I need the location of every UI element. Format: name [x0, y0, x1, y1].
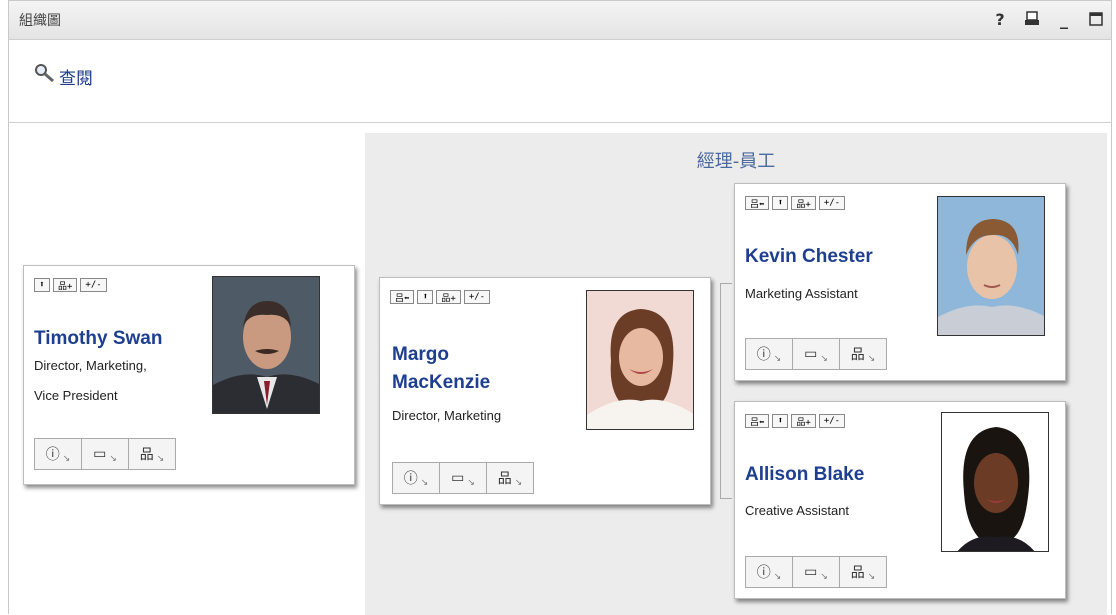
person-name[interactable]: Allison Blake — [745, 462, 864, 488]
org-chart-icon: 品 — [850, 565, 865, 581]
email-icon: ▭ — [804, 346, 818, 362]
card-toolbar: 吕⬅ ⬆ 品+ +/- — [745, 414, 846, 428]
connector-line — [720, 283, 732, 284]
person-title: Creative Assistant — [745, 503, 850, 518]
person-title-line2: Vice President — [34, 388, 118, 403]
email-icon: ▭ — [451, 470, 465, 486]
portlet-title: 組織圖 — [19, 13, 61, 29]
card-toolbar: 吕⬅ ⬆ 品+ +/- — [745, 196, 846, 210]
person-title: Marketing Assistant — [745, 286, 858, 301]
show-org-button[interactable]: 品+ — [791, 414, 816, 428]
person-name-line2[interactable]: MacKenzie — [392, 370, 490, 396]
person-name[interactable]: Margo — [392, 342, 449, 368]
card-toolbar: ⬆ 品+ +/- — [34, 278, 107, 292]
org-chart-icon: 品 — [139, 447, 154, 463]
info-button[interactable]: ⓘ ↘ — [392, 462, 440, 494]
info-icon: ⓘ — [403, 471, 418, 487]
card-actions: ⓘ ↘ ▭ ↘ 品 ↘ — [392, 462, 534, 494]
email-button[interactable]: ▭ ↘ — [439, 462, 487, 494]
email-button[interactable]: ▭ ↘ — [792, 556, 840, 588]
magnifier-icon — [33, 63, 57, 89]
go-up-button[interactable]: ⬆ — [772, 414, 789, 428]
email-button[interactable]: ▭ ↘ — [81, 438, 129, 470]
info-icon: ⓘ — [756, 347, 771, 363]
info-button[interactable]: ⓘ ↘ — [745, 338, 793, 370]
info-button[interactable]: ⓘ ↘ — [745, 556, 793, 588]
org-chart-portlet: 組織圖 ? _ 查閱 ⬆ 品+ +/- Timothy Swan Directo… — [8, 0, 1112, 615]
org-chart-icon: 品 — [497, 471, 512, 487]
connector-line — [720, 498, 732, 499]
print-icon[interactable] — [1023, 9, 1041, 29]
back-button[interactable]: 吕⬅ — [745, 196, 770, 210]
person-name[interactable]: Kevin Chester — [745, 244, 873, 270]
connector-line — [720, 283, 721, 499]
person-card-margo: 吕⬅ ⬆ 品+ +/- Margo MacKenzie Director, Ma… — [379, 277, 711, 505]
go-up-button[interactable]: ⬆ — [417, 290, 434, 304]
card-toolbar: 吕⬅ ⬆ 品+ +/- — [390, 290, 491, 304]
org-chart-button[interactable]: 品 ↘ — [486, 462, 534, 494]
expand-collapse-button[interactable]: +/- — [818, 196, 846, 210]
minimize-icon[interactable]: _ — [1055, 9, 1073, 29]
email-button[interactable]: ▭ ↘ — [792, 338, 840, 370]
person-card-kevin: 吕⬅ ⬆ 品+ +/- Kevin Chester Marketing Assi… — [734, 183, 1066, 381]
person-title: Director, Marketing — [392, 408, 502, 423]
show-org-button[interactable]: 品+ — [53, 278, 78, 292]
person-card-allison: 吕⬅ ⬆ 品+ +/- Allison Blake Creative Assis… — [734, 401, 1066, 599]
go-up-button[interactable]: ⬆ — [772, 196, 789, 210]
manager-employee-title: 經理-員工 — [696, 151, 776, 172]
expand-collapse-button[interactable]: +/- — [463, 290, 491, 304]
lookup-link[interactable]: 查閱 — [33, 63, 93, 89]
info-icon: ⓘ — [45, 447, 60, 463]
person-photo — [586, 290, 694, 430]
lookup-label: 查閱 — [59, 69, 93, 89]
person-photo — [212, 276, 320, 414]
go-up-button[interactable]: ⬆ — [34, 278, 50, 292]
help-icon[interactable]: ? — [991, 9, 1009, 29]
show-org-button[interactable]: 品+ — [791, 196, 816, 210]
show-org-button[interactable]: 品+ — [436, 290, 461, 304]
card-actions: ⓘ ↘ ▭ ↘ 品 ↘ — [745, 556, 887, 588]
person-photo — [941, 412, 1049, 552]
person-name[interactable]: Timothy Swan — [34, 326, 162, 352]
card-actions: ⓘ ↘ ▭ ↘ 品 ↘ — [745, 338, 887, 370]
email-icon: ▭ — [93, 446, 107, 462]
person-photo — [937, 196, 1045, 336]
card-actions: ⓘ ↘ ▭ ↘ 品 ↘ — [34, 438, 176, 470]
back-button[interactable]: 吕⬅ — [390, 290, 415, 304]
org-chart-button[interactable]: 品 ↘ — [839, 338, 887, 370]
expand-collapse-button[interactable]: +/- — [818, 414, 846, 428]
org-chart-icon: 品 — [850, 347, 865, 363]
divider — [9, 122, 1111, 123]
maximize-icon[interactable] — [1087, 9, 1105, 29]
info-button[interactable]: ⓘ ↘ — [34, 438, 82, 470]
person-title: Director, Marketing, — [34, 358, 147, 373]
person-card-timothy: ⬆ 品+ +/- Timothy Swan Director, Marketin… — [23, 265, 355, 485]
email-icon: ▭ — [804, 564, 818, 580]
org-chart-button[interactable]: 品 ↘ — [128, 438, 176, 470]
expand-collapse-button[interactable]: +/- — [80, 278, 107, 292]
portlet-titlebar: 組織圖 ? _ — [9, 1, 1111, 40]
info-icon: ⓘ — [756, 565, 771, 581]
back-button[interactable]: 吕⬅ — [745, 414, 770, 428]
titlebar-icons: ? _ — [991, 9, 1105, 29]
org-chart-button[interactable]: 品 ↘ — [839, 556, 887, 588]
